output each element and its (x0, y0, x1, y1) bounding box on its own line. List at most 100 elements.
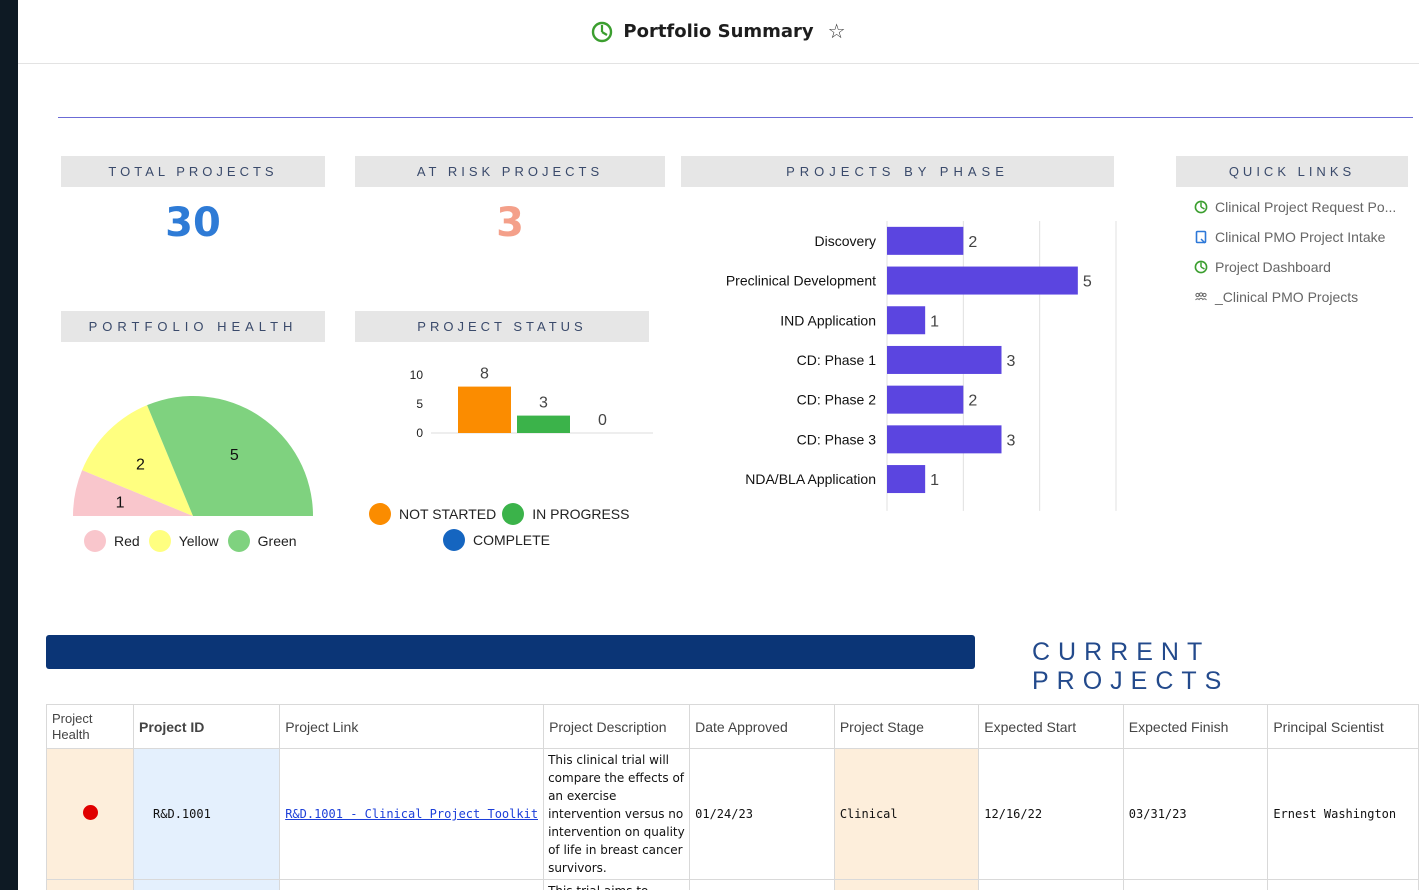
favorite-star-icon[interactable]: ☆ (828, 22, 846, 42)
expected-start-cell[interactable]: 12/16/22 (978, 748, 1124, 880)
legend-label-not-started: NOT STARTED (399, 506, 497, 522)
date-approved-cell[interactable] (689, 879, 835, 890)
quick-link-label: _Clinical PMO Projects (1215, 289, 1359, 305)
top-bar: Portfolio Summary ☆ (18, 0, 1419, 64)
data-label: 2 (968, 393, 977, 410)
y-tick-label: 0 (416, 426, 423, 440)
category-label: Discovery (815, 233, 876, 249)
legend-swatch-green (227, 530, 250, 552)
data-label: 0 (598, 412, 607, 429)
expected-start-cell[interactable] (978, 879, 1124, 890)
data-label: 8 (480, 366, 489, 383)
data-label: 5 (1083, 274, 1092, 291)
project-link-cell[interactable]: R&D.1001 - Clinical Project Toolkit (279, 748, 545, 880)
slice-label: 1 (116, 494, 125, 511)
project-link-cell[interactable] (279, 879, 545, 890)
legend-swatch-yellow (148, 530, 171, 552)
project-id-cell[interactable]: R&D.1001 (133, 748, 281, 880)
column-header-stage[interactable]: Project Stage (833, 704, 980, 749)
column-header-description[interactable]: Project Description (543, 704, 691, 749)
column-header-date-approved[interactable]: Date Approved (689, 704, 835, 749)
column-header-expected-finish[interactable]: Expected Finish (1122, 704, 1269, 749)
y-tick-label: 10 (410, 368, 424, 382)
expected-finish-cell[interactable]: 03/31/23 (1122, 748, 1269, 880)
principal-scientist-cell[interactable]: Ernest Washington (1267, 748, 1419, 880)
total-projects-value: 30 (165, 200, 221, 246)
category-label: IND Application (780, 312, 876, 328)
quick-links-list: Clinical Project Request Po... Clinical … (1194, 192, 1419, 312)
quick-link-label: Clinical PMO Project Intake (1215, 229, 1386, 245)
bar (458, 386, 511, 433)
table-row[interactable]: R&D.1001 R&D.1001 - Clinical Project Too… (45, 748, 1419, 880)
bar (887, 306, 926, 335)
bar (887, 345, 1002, 374)
column-header-id[interactable]: Project ID (133, 704, 281, 749)
current-projects-title: CURRENT PROJECTS (1032, 638, 1230, 695)
data-label: 3 (539, 395, 548, 412)
quick-link-project-dashboard[interactable]: Project Dashboard (1194, 252, 1419, 282)
page: Portfolio Summary ☆ TOTAL PROJECTS 30 AT… (18, 0, 1419, 890)
quick-link-project-request[interactable]: Clinical Project Request Po... (1194, 192, 1419, 222)
at-risk-projects-value: 3 (496, 200, 524, 246)
principal-scientist-cell[interactable] (1267, 879, 1419, 890)
workspace-icon (1195, 292, 1207, 301)
health-cell[interactable] (45, 879, 135, 890)
page-title: Portfolio Summary (623, 21, 814, 42)
quick-link-label: Project Dashboard (1215, 259, 1331, 275)
current-projects-banner (46, 635, 975, 669)
quick-link-label: Clinical Project Request Po... (1215, 199, 1397, 215)
category-label: CD: Phase 1 (797, 352, 877, 368)
form-icon (1195, 230, 1207, 244)
category-label: Preclinical Development (726, 273, 876, 289)
quick-link-project-intake[interactable]: Clinical PMO Project Intake (1194, 222, 1419, 252)
projects-by-phase-header: PROJECTS BY PHASE (681, 156, 1114, 187)
data-label: 3 (1007, 432, 1016, 449)
column-header-link[interactable]: Project Link (279, 704, 545, 749)
data-label: 2 (968, 234, 977, 251)
data-label: 3 (1007, 353, 1016, 370)
project-id-cell[interactable] (133, 879, 281, 890)
legend-swatch-complete (443, 529, 465, 551)
legend-label-complete: COMPLETE (473, 532, 551, 548)
health-cell[interactable] (45, 748, 135, 880)
pie-chart-icon (1194, 200, 1208, 214)
portfolio-health-chart: 1 2 5 (73, 395, 313, 516)
slice-label: 2 (136, 456, 145, 473)
project-status-header: PROJECT STATUS (355, 311, 649, 342)
column-header-expected-start[interactable]: Expected Start (978, 704, 1124, 749)
project-status-chart: 10 5 0 8 3 0 (410, 366, 653, 440)
portfolio-health-header: PORTFOLIO HEALTH (61, 311, 325, 342)
stage-cell[interactable] (833, 879, 980, 890)
stage-cell[interactable]: Clinical (833, 748, 980, 880)
category-label: CD: Phase 3 (797, 431, 877, 447)
at-risk-projects-header: AT RISK PROJECTS (355, 156, 665, 187)
projects-table: Project Health Project ID Project Link P… (45, 704, 1419, 890)
y-tick-label: 5 (416, 397, 423, 411)
bar (887, 226, 964, 255)
column-header-principal-scientist[interactable]: Principal Scientist (1267, 704, 1419, 749)
health-status-dot (82, 805, 98, 820)
project-link[interactable]: R&D.1001 - Clinical Project Toolkit (285, 807, 538, 821)
bar (887, 465, 926, 494)
expected-finish-cell[interactable] (1122, 879, 1269, 890)
category-label: CD: Phase 2 (797, 392, 877, 408)
project-status-legend-row2: COMPLETE (443, 529, 550, 551)
legend-swatch-not-started (369, 503, 391, 525)
legend-label-yellow: Yellow (178, 533, 219, 549)
description-cell[interactable]: This clinical trial will compare the eff… (543, 748, 691, 880)
bar (887, 266, 1078, 295)
table-row[interactable]: This trial aims to assess (45, 879, 1419, 890)
divider (58, 117, 1413, 118)
data-label: 1 (930, 472, 939, 489)
legend-label-green: Green (257, 533, 297, 549)
legend-swatch-red (84, 530, 106, 552)
column-header-health[interactable]: Project Health (45, 704, 135, 749)
bar (887, 385, 964, 414)
pie-chart-icon (592, 21, 613, 42)
date-approved-cell[interactable]: 01/24/23 (689, 748, 835, 880)
portfolio-health-legend: Red Yellow Green (84, 530, 297, 552)
quick-link-pmo-projects[interactable]: _Clinical PMO Projects (1194, 282, 1419, 312)
description-cell[interactable]: This trial aims to assess (543, 879, 691, 890)
pie-chart-icon (1194, 260, 1208, 274)
quick-links-header: QUICK LINKS (1176, 156, 1408, 187)
